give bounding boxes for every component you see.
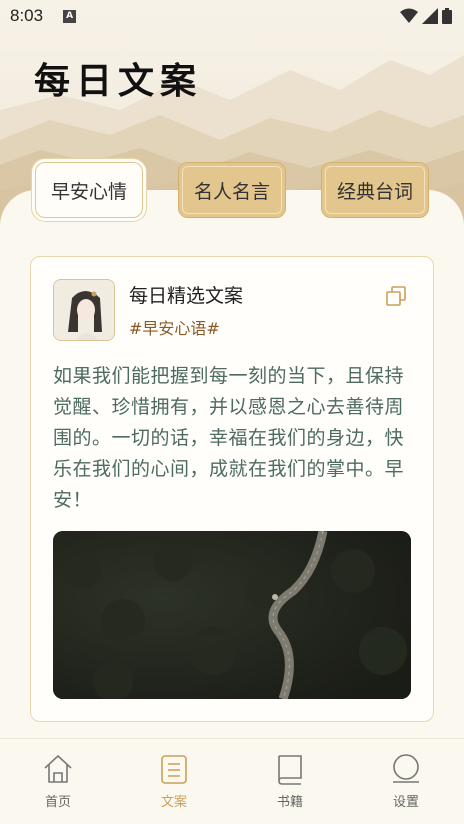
document-icon xyxy=(161,755,187,784)
app-title: 每日文案 xyxy=(34,60,203,102)
settings-icon xyxy=(393,754,419,783)
notification-badge: A xyxy=(63,9,77,23)
nav-settings[interactable]: 设置 xyxy=(348,739,464,824)
quote-card: 每日精选文案 #早安心语# 如果我们能把握到每一刻的当下，且保持觉醒、珍惜拥有，… xyxy=(30,256,434,722)
forest-road-image xyxy=(53,531,411,699)
status-time: 8:03 xyxy=(10,6,44,25)
category-tabs: 早安心情 名人名言 经典台词 xyxy=(0,162,464,220)
status-bar: 8:03 A xyxy=(0,0,464,32)
tab-famous-quotes[interactable]: 名人名言 xyxy=(178,162,286,218)
signal-icon xyxy=(422,8,438,24)
card-title: 每日精选文案 xyxy=(129,285,244,307)
book-icon xyxy=(278,755,302,785)
nav-books[interactable]: 书籍 xyxy=(232,739,348,824)
copy-icon[interactable] xyxy=(385,285,407,307)
tab-label: 经典台词 xyxy=(336,180,413,203)
avatar-illustration xyxy=(54,280,114,340)
nav-copywriting[interactable]: 文案 xyxy=(116,739,232,824)
nav-home[interactable]: 首页 xyxy=(0,739,116,824)
nav-label: 书籍 xyxy=(276,795,303,810)
bottom-nav: 首页 文案 书籍 设置 xyxy=(0,738,464,824)
quote-text: 如果我们能把握到每一刻的当下，且保持觉醒、珍惜拥有，并以感恩之心去善待周围的。一… xyxy=(53,365,405,511)
tab-label: 名人名言 xyxy=(193,180,270,203)
home-icon xyxy=(44,755,72,783)
nav-label: 文案 xyxy=(160,795,187,810)
avatar xyxy=(53,279,115,341)
card-tag[interactable]: #早安心语# xyxy=(129,315,220,339)
battery-icon xyxy=(442,8,452,24)
tab-label: 早安心情 xyxy=(50,180,127,203)
wifi-icon xyxy=(400,8,418,23)
nav-label: 首页 xyxy=(44,795,71,810)
nav-label: 设置 xyxy=(392,795,419,810)
tab-morning-mood[interactable]: 早安心情 xyxy=(35,162,143,218)
tab-classic-lines[interactable]: 经典台词 xyxy=(321,162,429,218)
